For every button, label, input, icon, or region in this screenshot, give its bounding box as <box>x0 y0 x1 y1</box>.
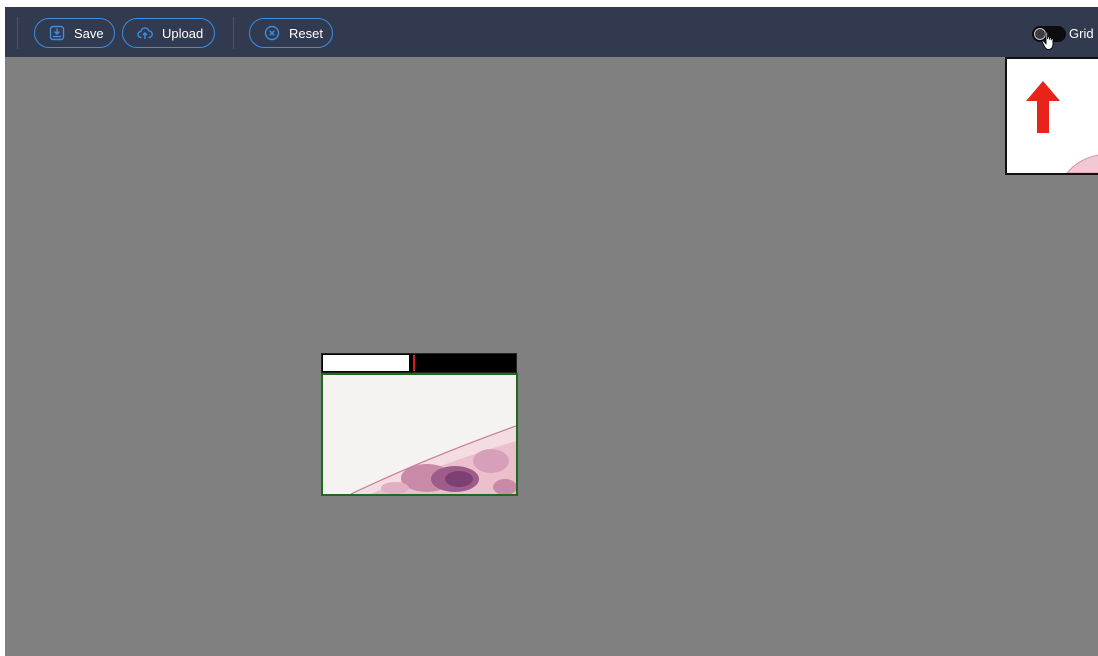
cloud-upload-icon <box>137 25 153 41</box>
arrow-up-icon[interactable] <box>1024 79 1062 135</box>
progress-fill <box>323 355 410 371</box>
upload-label: Upload <box>162 25 204 41</box>
toolbar: Save Upload Reset Grid <box>5 7 1098 57</box>
slide-tile[interactable] <box>321 373 518 496</box>
reset-label: Reset <box>289 25 323 41</box>
hand-pointer-icon <box>1041 31 1054 50</box>
navigator-minimap[interactable] <box>1005 57 1098 175</box>
grid-label: Grid <box>1069 26 1094 41</box>
upload-button[interactable]: Upload <box>122 18 215 48</box>
save-button[interactable]: Save <box>34 18 115 48</box>
save-label: Save <box>74 25 104 41</box>
progress-marker <box>413 355 416 371</box>
toolbar-divider <box>233 17 234 49</box>
close-circle-icon <box>264 25 280 41</box>
reset-button[interactable]: Reset <box>249 18 333 48</box>
toolbar-divider <box>17 17 18 49</box>
tile-progress-bar <box>321 353 517 373</box>
save-icon <box>49 25 65 41</box>
tissue-image <box>323 375 516 494</box>
slide-viewer: Save Upload Reset Grid <box>5 7 1098 656</box>
